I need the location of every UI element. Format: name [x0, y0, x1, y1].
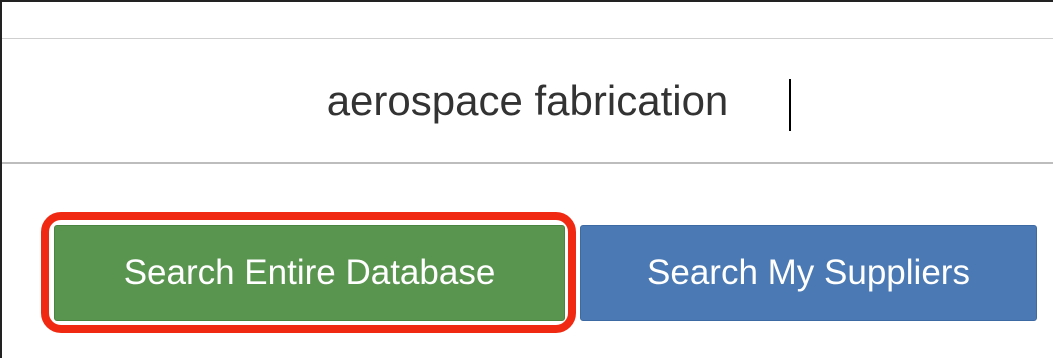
highlight-annotation — [41, 212, 576, 333]
search-my-suppliers-button[interactable]: Search My Suppliers — [580, 225, 1037, 321]
text-cursor — [789, 79, 791, 131]
search-bar — [2, 38, 1053, 164]
search-panel: Search Entire Database Search My Supplie… — [0, 0, 1053, 358]
search-input[interactable] — [2, 39, 1053, 162]
